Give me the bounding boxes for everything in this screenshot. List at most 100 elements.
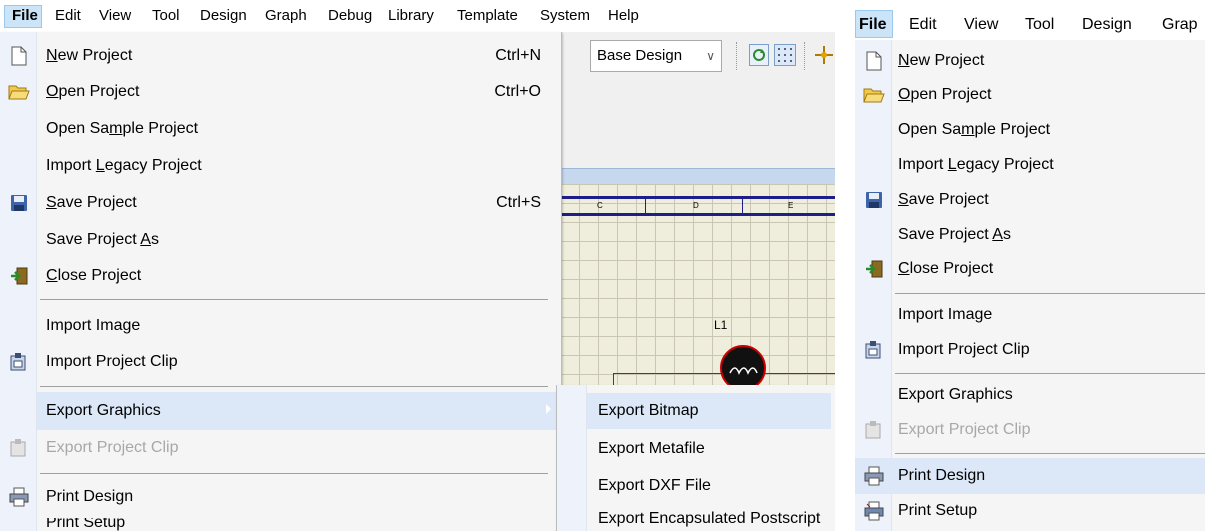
menu-item-save-project-as[interactable]: Save Project As: [0, 222, 561, 258]
right-app-window: File Edit View Tool Design Grap New Proj…: [855, 0, 1205, 531]
menu-item-close-project[interactable]: Close Project: [0, 258, 561, 294]
menu-item-save-project[interactable]: Save Project Ctrl+S: [0, 185, 561, 221]
menu-edit[interactable]: Edit: [909, 15, 937, 35]
menu-item-save-project[interactable]: Save Project: [855, 183, 1205, 217]
zone-label-e: E: [788, 201, 794, 210]
save-disk-icon: [863, 189, 885, 211]
menu-item-export-project-clip: Export Project Clip: [855, 413, 1205, 447]
menu-item-print-setup-partial[interactable]: Print Setup: [0, 518, 561, 531]
import-clip-icon: [8, 351, 30, 373]
menu-view[interactable]: View: [964, 15, 998, 35]
menu-tool[interactable]: Tool: [1025, 15, 1054, 35]
menu-item-import-image[interactable]: Import Image: [855, 298, 1205, 332]
menu-item-label: Close Project: [898, 260, 994, 277]
gap: [835, 0, 855, 531]
menu-item-label: Import Image: [46, 317, 141, 334]
menu-item-label: Export Graphics: [898, 386, 1013, 403]
menu-item-label: Export Project Clip: [46, 439, 179, 456]
design-select[interactable]: Base Design ∨: [590, 40, 722, 72]
menu-separator: [40, 386, 548, 387]
menu-item-print-design[interactable]: Print Design: [0, 479, 561, 515]
toolbar-divider: [804, 42, 806, 70]
menu-template[interactable]: Template: [457, 6, 518, 26]
close-door-icon: [863, 258, 885, 280]
close-door-icon: [8, 265, 30, 287]
menu-item-label: Print Design: [46, 488, 134, 505]
refresh-icon[interactable]: [749, 44, 769, 66]
menu-design[interactable]: Design: [1082, 15, 1132, 35]
menu-item-close-project[interactable]: Close Project: [855, 252, 1205, 286]
zone-label-c: C: [597, 201, 603, 210]
submenu-item-export-dxf-file[interactable]: Export DXF File: [557, 468, 835, 504]
sheet-border-top-inner: [560, 213, 835, 216]
menu-item-save-project-as[interactable]: Save Project As: [855, 218, 1205, 252]
menu-item-label: Close Project: [46, 267, 142, 284]
menu-item-open-sample-project[interactable]: Open Sample Project: [0, 111, 561, 147]
menu-help[interactable]: Help: [608, 6, 639, 26]
menu-item-label: Export Metafile: [598, 440, 705, 457]
menu-item-open-project[interactable]: Open Project: [855, 78, 1205, 112]
menu-item-export-graphics[interactable]: Export Graphics: [855, 378, 1205, 412]
menu-item-label: Print Setup: [898, 502, 978, 519]
menubar: File Edit View Tool Design Grap: [855, 8, 1205, 40]
shortcut-label: Ctrl+O: [494, 83, 541, 100]
menu-item-open-project[interactable]: Open Project Ctrl+O: [0, 74, 561, 110]
menu-item-new-project[interactable]: New Project Ctrl+N: [0, 38, 561, 74]
menu-item-import-project-clip[interactable]: Import Project Clip: [0, 344, 561, 380]
menu-item-import-legacy-project[interactable]: Import Legacy Project: [0, 148, 561, 184]
menu-item-label: Export Project Clip: [898, 421, 1031, 438]
menu-graph[interactable]: Graph: [265, 6, 307, 26]
menu-separator: [895, 453, 1205, 454]
menubar: File Edit View Tool Design Graph Debug L…: [0, 0, 835, 32]
menu-separator: [895, 293, 1205, 294]
menu-edit[interactable]: Edit: [55, 6, 81, 26]
menu-item-import-legacy-project[interactable]: Import Legacy Project: [855, 148, 1205, 182]
menu-item-print-design[interactable]: Print Design: [855, 458, 1205, 494]
printer-icon: [863, 465, 885, 487]
menu-item-label: Open Project: [898, 86, 992, 103]
left-app-window: File Edit View Tool Design Graph Debug L…: [0, 0, 835, 531]
import-clip-icon: [863, 339, 885, 361]
menu-separator: [40, 299, 548, 300]
grid-toggle-icon[interactable]: [774, 44, 796, 66]
printer-icon: [8, 486, 30, 508]
menu-item-new-project[interactable]: New Project: [855, 44, 1205, 78]
submenu-item-export-metafile[interactable]: Export Metafile: [557, 431, 835, 467]
submenu-item-export-bitmap[interactable]: Export Bitmap: [587, 393, 831, 429]
menu-system[interactable]: System: [540, 6, 590, 26]
submenu-item-export-encapsulated-postscript[interactable]: Export Encapsulated Postscript: [557, 506, 835, 531]
menu-item-import-project-clip[interactable]: Import Project Clip: [855, 333, 1205, 367]
menu-item-label: Import Legacy Project: [46, 157, 202, 174]
menu-item-export-project-clip: Export Project Clip: [0, 430, 561, 466]
menu-library[interactable]: Library: [388, 6, 434, 26]
open-folder-icon: [8, 81, 30, 103]
export-clip-icon: [863, 419, 885, 441]
menu-item-label: Export Encapsulated Postscript: [598, 510, 821, 527]
menu-item-label: Save Project: [46, 194, 137, 211]
menu-item-label: Export Graphics: [46, 402, 161, 419]
menu-item-label: New Project: [46, 47, 133, 64]
shortcut-label: Ctrl+S: [496, 194, 541, 211]
menu-graph[interactable]: Grap: [1162, 15, 1198, 35]
menu-item-label: Save Project: [898, 191, 989, 208]
component-label-l1: L1: [714, 318, 728, 332]
menu-debug[interactable]: Debug: [328, 6, 372, 26]
menu-separator: [40, 473, 548, 474]
menu-item-open-sample-project[interactable]: Open Sample Project: [855, 113, 1205, 147]
menu-item-import-image[interactable]: Import Image: [0, 308, 561, 344]
menu-tool[interactable]: Tool: [152, 6, 180, 26]
open-folder-icon: [863, 84, 885, 106]
menu-file[interactable]: File: [859, 15, 887, 35]
menu-design[interactable]: Design: [200, 6, 247, 26]
menu-file[interactable]: File: [12, 6, 38, 26]
menu-item-label: Save Project As: [898, 226, 1011, 243]
menu-item-label: Import Project Clip: [898, 341, 1030, 358]
menu-view[interactable]: View: [99, 6, 131, 26]
origin-icon[interactable]: [814, 44, 834, 66]
menu-item-label: Print Setup: [46, 518, 126, 531]
file-menu-dropdown: New Project Ctrl+N Open Project Ctrl+O O…: [0, 32, 562, 531]
shortcut-label: Ctrl+N: [495, 47, 541, 64]
export-graphics-submenu: Export Bitmap Export Metafile Export DXF…: [556, 385, 835, 531]
menu-item-print-setup[interactable]: Print Setup: [855, 494, 1205, 528]
menu-item-export-graphics[interactable]: Export Graphics: [37, 392, 561, 430]
